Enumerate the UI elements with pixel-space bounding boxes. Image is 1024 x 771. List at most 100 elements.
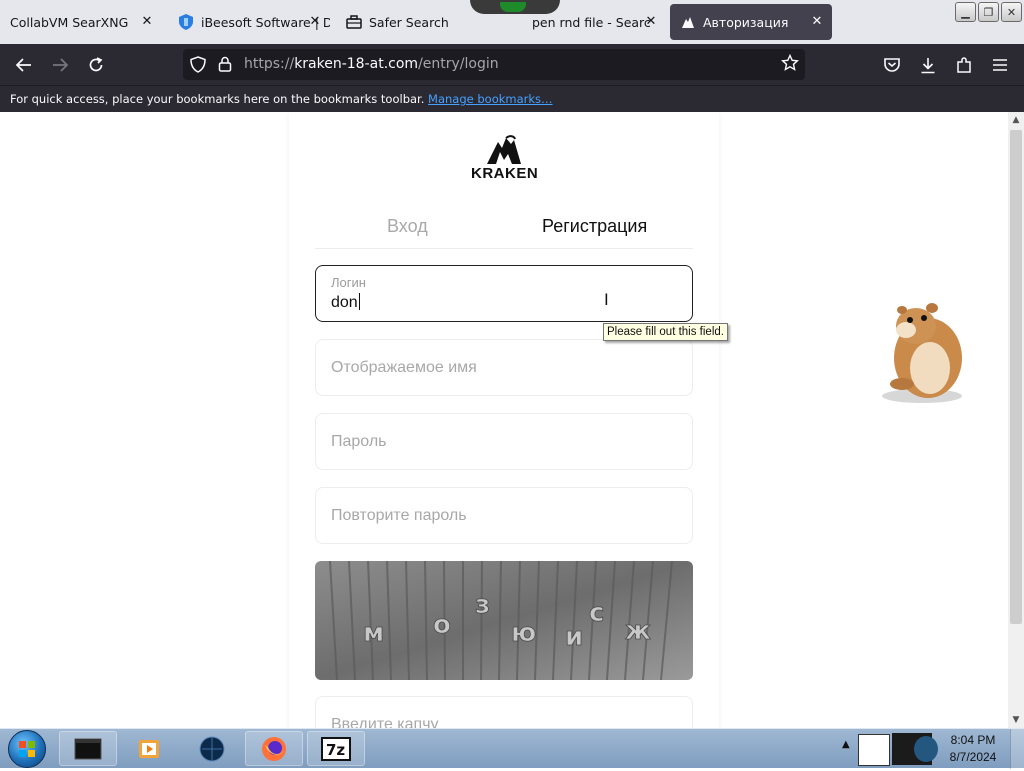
page-scrollbar[interactable]: ▲ ▼ [1008, 112, 1024, 728]
password-placeholder: Пароль [331, 433, 387, 450]
tab-avtorizaciya[interactable]: Авторизация ✕ [670, 4, 832, 40]
tab-login[interactable]: Вход [387, 216, 428, 237]
tab-close-icon[interactable]: ✕ [642, 13, 660, 31]
captcha-placeholder: Введите капчу [331, 716, 439, 728]
validation-tooltip: Please fill out this field. [603, 323, 728, 341]
show-hidden-icons-icon[interactable]: ▲ [842, 739, 854, 759]
navigation-toolbar: https://kraken-18-at.com/entry/login [0, 44, 1024, 85]
captcha-letter: м [363, 618, 384, 648]
login-label: Логин [331, 275, 366, 290]
firefox-icon [262, 736, 286, 761]
captcha-field[interactable]: Введите капчу [315, 696, 693, 728]
tab-open-rnd-file[interactable]: pen rnd file - Searc ✕ [526, 0, 666, 44]
url-text[interactable]: https://kraken-18-at.com/entry/login [244, 56, 499, 72]
captcha-image: м о з ю и с ж [315, 561, 693, 680]
extensions-button[interactable] [951, 52, 977, 78]
tab-close-icon[interactable]: ✕ [306, 13, 324, 31]
tab-ibeesoft[interactable]: iBeesoft Software | D ✕ [168, 0, 330, 44]
kraken-logo: KRAKEN [471, 132, 539, 182]
logo-wordmark: KRAKEN [471, 165, 539, 182]
captcha-letter: с [589, 598, 604, 628]
tracking-protection-shield-icon[interactable] [190, 56, 206, 77]
bookmarks-toolbar: For quick access, place your bookmarks h… [0, 85, 1024, 112]
globe-icon [199, 736, 225, 761]
tab-strip: CollabVM SearXNG ✕ iBeesoft Software | D… [0, 0, 1024, 44]
scrollbar-thumb[interactable] [1010, 130, 1022, 624]
briefcase-icon [346, 14, 362, 30]
auth-card: KRAKEN Вход Регистрация Логин don Отобра… [289, 112, 719, 728]
url-host: kraken-18-at.com [294, 56, 419, 72]
display-name-placeholder: Отображаемое имя [331, 359, 477, 376]
media-player-icon [139, 739, 159, 758]
reload-icon [89, 57, 103, 72]
taskbar-7zip[interactable]: 7z [307, 731, 365, 766]
download-icon [921, 57, 935, 73]
windows-logo-icon [19, 741, 35, 757]
captcha-letter: ж [625, 616, 651, 646]
auth-tabs: Вход Регистрация [315, 210, 693, 249]
url-path: /entry/login [418, 56, 499, 72]
reload-button[interactable] [83, 52, 109, 78]
bookmark-star-icon[interactable] [780, 53, 800, 76]
tab-collabvm-searxng[interactable]: CollabVM SearXNG ✕ [0, 0, 162, 44]
tab-close-icon[interactable]: ✕ [808, 13, 826, 31]
clock-time: 8:04 PM [950, 733, 996, 747]
login-field[interactable]: Логин don [315, 265, 693, 322]
forward-arrow-icon [53, 58, 68, 72]
window-controls: ▁ ❐ ✕ [955, 2, 1022, 22]
close-window-icon[interactable]: ✕ [1001, 2, 1022, 22]
taskbar-firefox[interactable] [245, 731, 303, 766]
back-arrow-icon [16, 58, 31, 72]
taskbar-media-player[interactable] [121, 731, 179, 766]
login-input-value[interactable]: don [331, 293, 360, 312]
taskbar-globe[interactable] [183, 731, 241, 766]
hamburger-menu-icon [993, 59, 1007, 71]
hamster-mascot [876, 296, 968, 404]
captcha-letter: з [475, 590, 490, 620]
restore-icon[interactable]: ❐ [978, 2, 999, 22]
password-field[interactable]: Пароль [315, 413, 693, 470]
tab-close-icon[interactable]: ✕ [138, 13, 156, 31]
scroll-up-icon[interactable]: ▲ [1008, 112, 1024, 128]
minimize-icon[interactable]: ▁ [955, 2, 976, 22]
taskbar-clock[interactable]: 8:04 PM 8/7/2024 [940, 732, 1006, 766]
repeat-password-placeholder: Повторите пароль [331, 507, 467, 524]
tab-title: Safer Search [369, 14, 449, 30]
tray-network-icon[interactable] [914, 736, 938, 762]
tray-app-icon[interactable] [858, 734, 890, 766]
page-content: KRAKEN Вход Регистрация Логин don Отобра… [0, 112, 1008, 728]
forward-button[interactable] [47, 52, 73, 78]
downloads-button[interactable] [915, 52, 941, 78]
scroll-down-icon[interactable]: ▼ [1008, 712, 1024, 728]
windows-taskbar: 7z ▲ 8:04 PM 8/7/2024 [0, 728, 1024, 769]
menu-button[interactable] [987, 52, 1013, 78]
taskbar-terminal[interactable] [59, 731, 117, 766]
puzzle-icon [957, 56, 971, 73]
svg-text:7z: 7z [326, 741, 345, 759]
7zip-icon: 7z [321, 736, 351, 761]
pocket-button[interactable] [879, 52, 905, 78]
manage-bookmarks-link[interactable]: Manage bookmarks… [428, 92, 553, 106]
captcha-letter: и [565, 622, 583, 652]
captcha-letter: о [433, 610, 451, 640]
url-bar[interactable]: https://kraken-18-at.com/entry/login [183, 49, 805, 80]
text-cursor-icon: I [604, 290, 609, 309]
lock-icon[interactable] [218, 56, 232, 76]
bookmarks-hint: For quick access, place your bookmarks h… [10, 92, 553, 106]
back-button[interactable] [11, 52, 37, 78]
tab-safer-search[interactable]: Safer Search [336, 0, 496, 44]
terminal-icon [74, 738, 102, 759]
url-scheme: https:// [244, 56, 295, 72]
display-name-field[interactable]: Отображаемое имя [315, 339, 693, 396]
repeat-password-field[interactable]: Повторите пароль [315, 487, 693, 544]
bookmarks-hint-text: For quick access, place your bookmarks h… [10, 92, 425, 106]
captcha-letter: ю [511, 618, 536, 648]
kraken-logo-icon [487, 135, 521, 164]
start-button[interactable] [8, 730, 46, 768]
shield-icon [178, 14, 194, 30]
pocket-icon [884, 58, 900, 72]
kraken-favicon-icon [680, 14, 696, 30]
tab-register[interactable]: Регистрация [542, 216, 647, 237]
show-desktop-button[interactable] [1010, 729, 1024, 769]
clock-date: 8/7/2024 [949, 750, 997, 764]
